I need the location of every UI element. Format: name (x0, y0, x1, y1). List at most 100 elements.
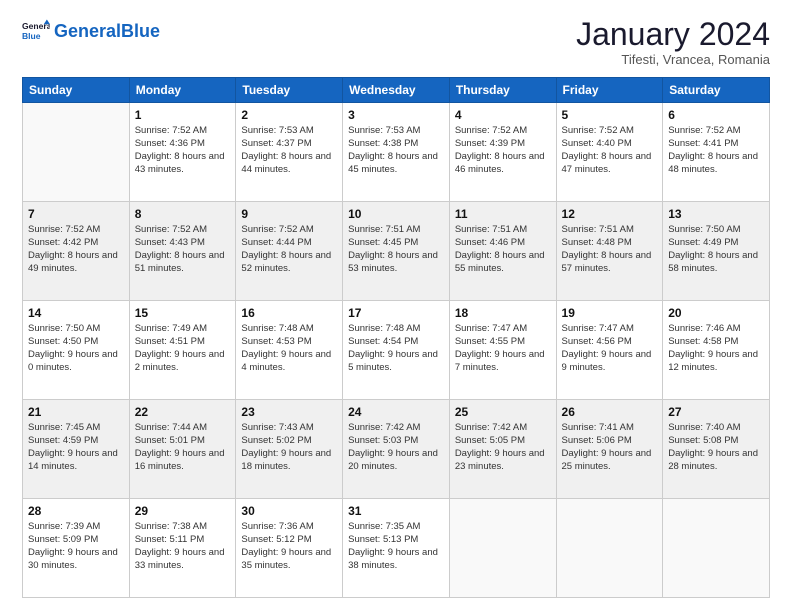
day-number: 12 (562, 206, 658, 222)
table-cell: 27 Sunrise: 7:40 AMSunset: 5:08 PMDayligh… (663, 400, 770, 499)
cell-info: Sunrise: 7:42 AMSunset: 5:03 PMDaylight:… (348, 422, 444, 473)
calendar-week-row: 7 Sunrise: 7:52 AMSunset: 4:42 PMDaylight… (23, 202, 770, 301)
day-number: 31 (348, 503, 444, 519)
table-cell (663, 499, 770, 598)
cell-info: Sunrise: 7:38 AMSunset: 5:11 PMDaylight:… (135, 521, 231, 572)
cell-info: Sunrise: 7:51 AMSunset: 4:48 PMDaylight:… (562, 224, 658, 275)
table-cell: 5Sunrise: 7:52 AMSunset: 4:40 PMDaylight… (556, 103, 663, 202)
table-cell: 24 Sunrise: 7:42 AMSunset: 5:03 PMDayligh… (343, 400, 450, 499)
calendar-week-row: 14Sunrise: 7:50 AMSunset: 4:50 PMDayligh… (23, 301, 770, 400)
cell-info: Sunrise: 7:51 AMSunset: 4:46 PMDaylight:… (455, 224, 551, 275)
calendar-week-row: 28 Sunrise: 7:39 AMSunset: 5:09 PMDayligh… (23, 499, 770, 598)
table-cell: 10Sunrise: 7:51 AMSunset: 4:45 PMDayligh… (343, 202, 450, 301)
day-number: 18 (455, 305, 551, 321)
table-cell: 14Sunrise: 7:50 AMSunset: 4:50 PMDayligh… (23, 301, 130, 400)
day-number: 23 (241, 404, 337, 420)
cell-info: Sunrise: 7:47 AMSunset: 4:56 PMDaylight:… (562, 323, 658, 374)
cell-info: Sunrise: 7:52 AMSunset: 4:43 PMDaylight:… (135, 224, 231, 275)
day-number: 20 (668, 305, 764, 321)
table-cell (23, 103, 130, 202)
table-cell: 28 Sunrise: 7:39 AMSunset: 5:09 PMDayligh… (23, 499, 130, 598)
table-cell: 6 Sunrise: 7:52 AMSunset: 4:41 PMDaylight… (663, 103, 770, 202)
col-monday: Monday (129, 78, 236, 103)
col-friday: Friday (556, 78, 663, 103)
table-cell: 22 Sunrise: 7:44 AMSunset: 5:01 PMDayligh… (129, 400, 236, 499)
cell-info: Sunrise: 7:47 AMSunset: 4:55 PMDaylight:… (455, 323, 551, 374)
cell-info: Sunrise: 7:39 AMSunset: 5:09 PMDaylight:… (28, 521, 124, 572)
cell-info: Sunrise: 7:36 AMSunset: 5:12 PMDaylight:… (241, 521, 337, 572)
table-cell: 12 Sunrise: 7:51 AMSunset: 4:48 PMDayligh… (556, 202, 663, 301)
day-number: 16 (241, 305, 337, 321)
table-cell: 2 Sunrise: 7:53 AMSunset: 4:37 PMDaylight… (236, 103, 343, 202)
day-number: 8 (135, 206, 231, 222)
header: General Blue GeneralBlue January 2024 Ti… (22, 18, 770, 67)
day-number: 11 (455, 206, 551, 222)
col-wednesday: Wednesday (343, 78, 450, 103)
cell-info: Sunrise: 7:35 AMSunset: 5:13 PMDaylight:… (348, 521, 444, 572)
logo-icon: General Blue (22, 18, 50, 46)
day-number: 4 (455, 107, 551, 123)
cell-info: Sunrise: 7:52 AMSunset: 4:40 PMDaylight:… (562, 125, 658, 176)
day-number: 26 (562, 404, 658, 420)
col-sunday: Sunday (23, 78, 130, 103)
day-number: 13 (668, 206, 764, 222)
calendar-header-row: Sunday Monday Tuesday Wednesday Thursday… (23, 78, 770, 103)
table-cell: 20Sunrise: 7:46 AMSunset: 4:58 PMDayligh… (663, 301, 770, 400)
cell-info: Sunrise: 7:49 AMSunset: 4:51 PMDaylight:… (135, 323, 231, 374)
day-number: 21 (28, 404, 124, 420)
logo-general: General (54, 21, 121, 41)
table-cell: 9 Sunrise: 7:52 AMSunset: 4:44 PMDaylight… (236, 202, 343, 301)
cell-info: Sunrise: 7:42 AMSunset: 5:05 PMDaylight:… (455, 422, 551, 473)
cell-info: Sunrise: 7:44 AMSunset: 5:01 PMDaylight:… (135, 422, 231, 473)
col-saturday: Saturday (663, 78, 770, 103)
table-cell: 29 Sunrise: 7:38 AMSunset: 5:11 PMDayligh… (129, 499, 236, 598)
table-cell: 4 Sunrise: 7:52 AMSunset: 4:39 PMDaylight… (449, 103, 556, 202)
cell-info: Sunrise: 7:52 AMSunset: 4:39 PMDaylight:… (455, 125, 551, 176)
calendar-week-row: 1Sunrise: 7:52 AMSunset: 4:36 PMDaylight… (23, 103, 770, 202)
table-cell: 31 Sunrise: 7:35 AMSunset: 5:13 PMDayligh… (343, 499, 450, 598)
table-cell: 13 Sunrise: 7:50 AMSunset: 4:49 PMDayligh… (663, 202, 770, 301)
day-number: 6 (668, 107, 764, 123)
table-cell: 18 Sunrise: 7:47 AMSunset: 4:55 PMDayligh… (449, 301, 556, 400)
cell-info: Sunrise: 7:41 AMSunset: 5:06 PMDaylight:… (562, 422, 658, 473)
day-number: 7 (28, 206, 124, 222)
col-tuesday: Tuesday (236, 78, 343, 103)
cell-info: Sunrise: 7:52 AMSunset: 4:42 PMDaylight:… (28, 224, 124, 275)
day-number: 28 (28, 503, 124, 519)
cell-info: Sunrise: 7:53 AMSunset: 4:37 PMDaylight:… (241, 125, 337, 176)
day-number: 27 (668, 404, 764, 420)
table-cell: 30Sunrise: 7:36 AMSunset: 5:12 PMDayligh… (236, 499, 343, 598)
col-thursday: Thursday (449, 78, 556, 103)
calendar-week-row: 21Sunrise: 7:45 AMSunset: 4:59 PMDayligh… (23, 400, 770, 499)
table-cell: 8 Sunrise: 7:52 AMSunset: 4:43 PMDaylight… (129, 202, 236, 301)
table-cell: 19 Sunrise: 7:47 AMSunset: 4:56 PMDayligh… (556, 301, 663, 400)
day-number: 19 (562, 305, 658, 321)
day-number: 3 (348, 107, 444, 123)
day-number: 2 (241, 107, 337, 123)
day-number: 1 (135, 107, 231, 123)
day-number: 24 (348, 404, 444, 420)
table-cell (449, 499, 556, 598)
cell-info: Sunrise: 7:52 AMSunset: 4:44 PMDaylight:… (241, 224, 337, 275)
table-cell: 25 Sunrise: 7:42 AMSunset: 5:05 PMDayligh… (449, 400, 556, 499)
calendar-table: Sunday Monday Tuesday Wednesday Thursday… (22, 77, 770, 598)
table-cell: 11 Sunrise: 7:51 AMSunset: 4:46 PMDayligh… (449, 202, 556, 301)
day-number: 25 (455, 404, 551, 420)
logo-text: GeneralBlue (54, 22, 160, 42)
table-cell: 21Sunrise: 7:45 AMSunset: 4:59 PMDayligh… (23, 400, 130, 499)
cell-info: Sunrise: 7:50 AMSunset: 4:49 PMDaylight:… (668, 224, 764, 275)
day-number: 9 (241, 206, 337, 222)
cell-info: Sunrise: 7:52 AMSunset: 4:41 PMDaylight:… (668, 125, 764, 176)
table-cell: 17Sunrise: 7:48 AMSunset: 4:54 PMDayligh… (343, 301, 450, 400)
day-number: 22 (135, 404, 231, 420)
day-number: 29 (135, 503, 231, 519)
month-title: January 2024 (576, 18, 770, 50)
table-cell: 23Sunrise: 7:43 AMSunset: 5:02 PMDayligh… (236, 400, 343, 499)
title-area: January 2024 Tifesti, Vrancea, Romania (576, 18, 770, 67)
cell-info: Sunrise: 7:53 AMSunset: 4:38 PMDaylight:… (348, 125, 444, 176)
svg-text:Blue: Blue (22, 31, 41, 41)
table-cell: 3 Sunrise: 7:53 AMSunset: 4:38 PMDaylight… (343, 103, 450, 202)
day-number: 14 (28, 305, 124, 321)
logo-blue: Blue (121, 21, 160, 41)
cell-info: Sunrise: 7:40 AMSunset: 5:08 PMDaylight:… (668, 422, 764, 473)
